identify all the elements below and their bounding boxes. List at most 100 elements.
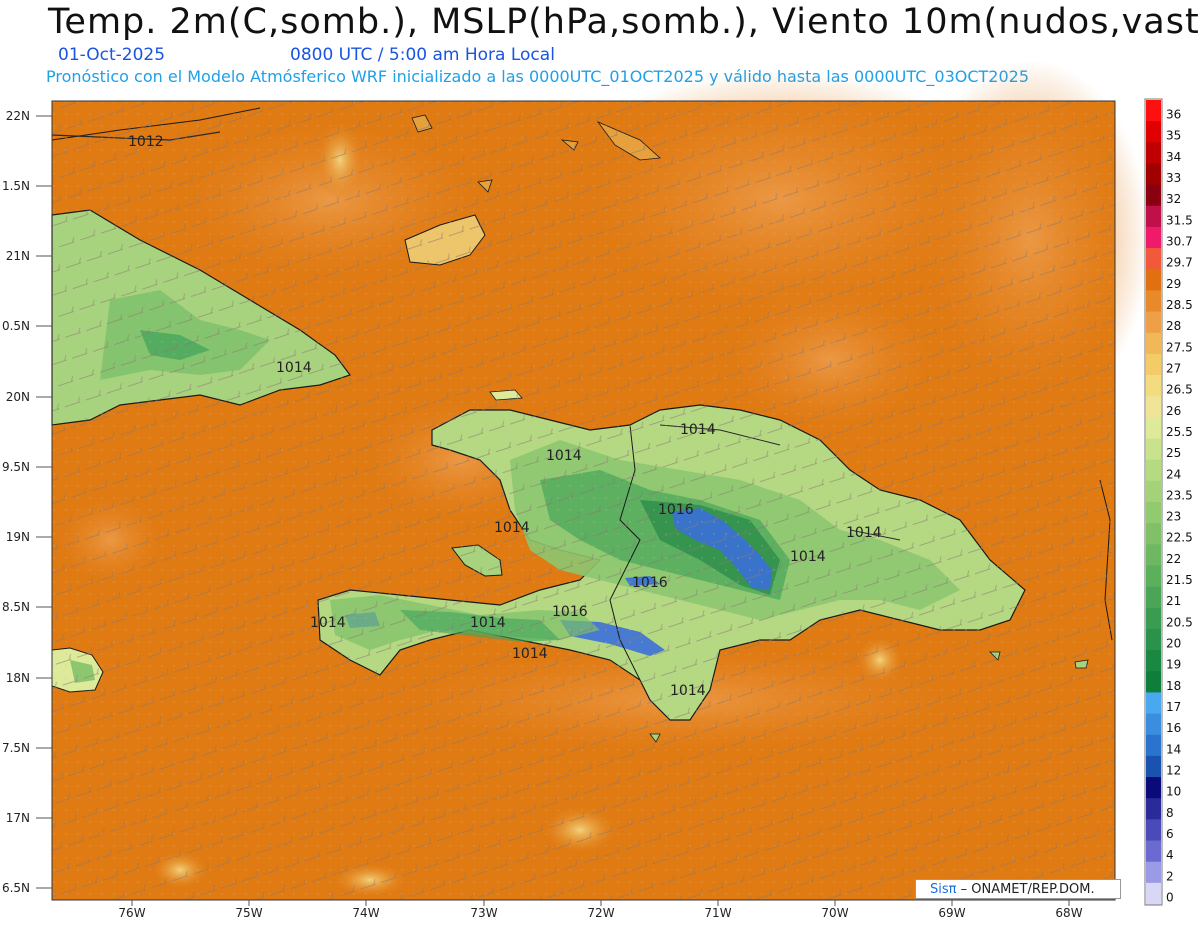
colorbar-label: 22.5 (1166, 531, 1193, 545)
colorbar-label: 20 (1166, 637, 1181, 651)
colorbar-swatch (1146, 692, 1161, 715)
isobar-label: 1014 (670, 683, 706, 699)
colorbar-label: 34 (1166, 150, 1181, 164)
colorbar-label: 33 (1166, 171, 1181, 185)
isobar-label: 1014 (310, 615, 346, 631)
colorbar-label: 8 (1166, 806, 1174, 820)
colorbar-swatch (1146, 353, 1161, 376)
lon-label: 74W (352, 906, 379, 920)
colorbar-label: 21 (1166, 594, 1181, 608)
colorbar-swatch (1146, 184, 1161, 207)
colorbar-swatch (1146, 671, 1161, 693)
colorbar-swatch (1146, 628, 1161, 651)
map-area (50, 60, 1150, 901)
colorbar-label: 12 (1166, 763, 1181, 777)
colorbar-swatch (1146, 819, 1161, 842)
colorbar-swatch (1146, 713, 1161, 736)
colorbar-swatch (1146, 417, 1161, 440)
colorbar-swatch (1146, 755, 1161, 778)
colorbar-swatch (1146, 502, 1161, 524)
lon-label: 71W (704, 906, 731, 920)
colorbar-label: 20.5 (1166, 615, 1193, 629)
lat-label: 0.5N (2, 319, 30, 333)
colorbar-swatch (1146, 311, 1161, 334)
colorbar-label: 26.5 (1166, 383, 1193, 397)
colorbar-label: 25 (1166, 446, 1181, 460)
lon-label: 68W (1055, 906, 1082, 920)
colorbar-swatch (1146, 121, 1161, 143)
colorbar-swatch (1146, 798, 1161, 820)
credit-text: – ONAMET/REP.DOM. (960, 882, 1095, 897)
colorbar-label: 16 (1166, 721, 1181, 735)
colorbar-swatch (1146, 226, 1161, 249)
isobar-label: 1014 (846, 525, 882, 541)
colorbar-label: 27.5 (1166, 340, 1193, 354)
colorbar-swatch (1146, 734, 1161, 757)
colorbar-swatch (1146, 269, 1161, 291)
colorbar-swatch (1146, 332, 1161, 355)
isobar-label: 1014 (512, 646, 548, 662)
isobar-label: 1014 (680, 422, 716, 438)
temperature-colorbar: 363534333231.530.729.72928.52827.52726.5… (1144, 98, 1193, 906)
colorbar-label: 0 (1166, 890, 1174, 904)
lat-label: 21N (6, 249, 30, 263)
colorbar-swatch (1146, 586, 1161, 609)
colorbar-label: 28.5 (1166, 298, 1193, 312)
lat-label: 7.5N (2, 741, 30, 755)
lat-label: 8.5N (2, 600, 30, 614)
colorbar-swatch (1146, 840, 1161, 863)
isobar-label: 1016 (658, 502, 694, 518)
colorbar-swatch (1146, 650, 1161, 672)
colorbar-label: 22 (1166, 552, 1181, 566)
colorbar-swatch (1146, 565, 1161, 588)
colorbar-swatch (1146, 142, 1161, 164)
isobar-label: 1016 (632, 575, 668, 591)
colorbar-swatch (1146, 205, 1161, 228)
colorbar-swatch (1146, 882, 1161, 905)
colorbar-label: 21.5 (1166, 573, 1193, 587)
longitude-axis: 76W 75W 74W 73W 72W 71W 70W 69W 68W (118, 900, 1083, 920)
lon-label: 73W (470, 906, 497, 920)
lon-label: 72W (587, 906, 614, 920)
colorbar-label: 31.5 (1166, 213, 1193, 227)
colorbar-label: 29 (1166, 277, 1181, 291)
lat-label: 22N (6, 109, 30, 123)
lon-label: 75W (235, 906, 262, 920)
lat-label: 17N (6, 811, 30, 825)
isobar-label: 1014 (276, 360, 312, 376)
lat-label: 6.5N (2, 881, 30, 895)
lat-label: 9.5N (2, 460, 30, 474)
colorbar-label: 6 (1166, 827, 1174, 841)
colorbar-label: 14 (1166, 742, 1181, 756)
colorbar-label: 18 (1166, 679, 1181, 693)
colorbar-swatch (1146, 100, 1161, 122)
colorbar-label: 28 (1166, 319, 1181, 333)
colorbar-swatch (1146, 396, 1161, 418)
colorbar-swatch (1146, 607, 1161, 630)
colorbar-swatch (1146, 248, 1161, 270)
isobar-label: 1014 (470, 615, 506, 631)
colorbar-swatch (1146, 290, 1161, 313)
colorbar-swatch (1146, 523, 1161, 545)
lat-label: 1.5N (2, 179, 30, 193)
latitude-axis: 22N 1.5N 21N 0.5N 20N 9.5N 19N 8.5N 18N … (2, 109, 52, 895)
colorbar-label: 2 (1166, 869, 1174, 883)
isobar-label: 1014 (790, 549, 826, 565)
colorbar-label: 4 (1166, 848, 1174, 862)
colorbar-swatch (1146, 438, 1161, 461)
colorbar-label: 23.5 (1166, 488, 1193, 502)
isobar-label: 1014 (494, 520, 530, 536)
isobar-label: 1012 (128, 134, 164, 150)
colorbar-label: 26 (1166, 404, 1181, 418)
lat-label: 19N (6, 530, 30, 544)
lat-label: 18N (6, 671, 30, 685)
isobar-label: 1014 (546, 448, 582, 464)
isobar-label: 1016 (552, 604, 588, 620)
colorbar-swatch (1146, 777, 1161, 799)
lon-label: 69W (938, 906, 965, 920)
colorbar-label: 30.7 (1166, 235, 1193, 249)
colorbar-label: 19 (1166, 658, 1181, 672)
colorbar-label: 32 (1166, 192, 1181, 206)
colorbar-label: 36 (1166, 108, 1181, 122)
colorbar-swatch (1146, 480, 1161, 503)
